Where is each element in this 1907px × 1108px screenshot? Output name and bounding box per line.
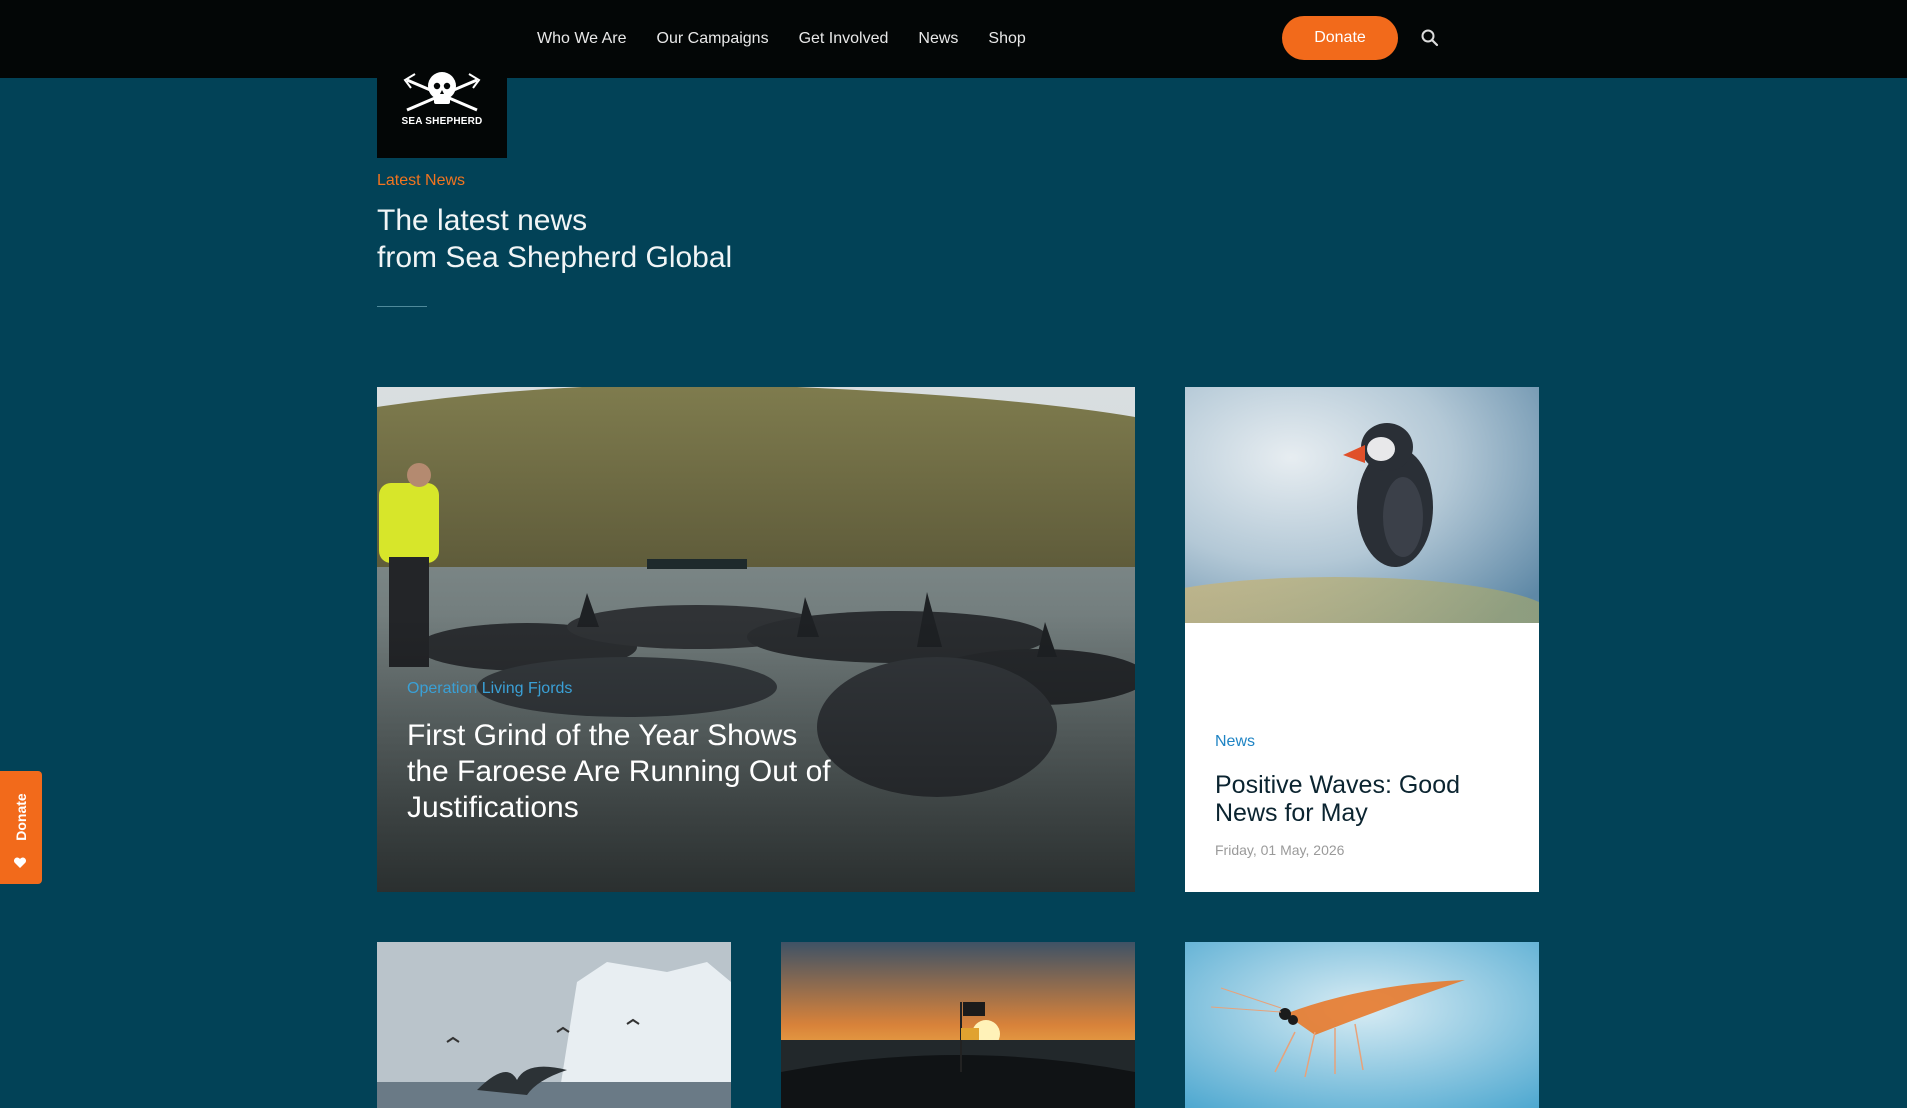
donate-button[interactable]: Donate	[1282, 16, 1398, 60]
whale-tail-image	[377, 942, 731, 1108]
ship-sunset-image	[781, 942, 1135, 1108]
news-card-date: Friday, 01 May, 2026	[1215, 842, 1345, 858]
page-title: The latest news from Sea Shepherd Global	[377, 202, 897, 276]
logo-text: SEA SHEPHERD	[401, 116, 483, 127]
news-card-krill[interactable]	[1185, 942, 1539, 1108]
news-card-title[interactable]: Positive Waves: Good News for May	[1215, 771, 1515, 827]
featured-article-title[interactable]: First Grind of the Year Shows the Faroes…	[407, 718, 847, 826]
nav-get-involved[interactable]: Get Involved	[799, 30, 889, 48]
featured-article-card[interactable]: Operation Living Fjords First Grind of t…	[377, 387, 1135, 892]
title-divider	[377, 306, 427, 307]
sea-shepherd-logo[interactable]: SEA SHEPHERD	[377, 58, 507, 158]
news-card-positive-waves[interactable]: News Positive Waves: Good News for May F…	[1185, 387, 1539, 892]
paypal-heart-icon	[13, 857, 27, 868]
nav-shop[interactable]: Shop	[988, 30, 1025, 48]
nav-news[interactable]: News	[918, 30, 958, 48]
puffin-image	[1185, 387, 1539, 623]
news-card-whale-tail[interactable]	[377, 942, 731, 1108]
page-title-line-1: The latest news	[377, 204, 588, 237]
nav-our-campaigns[interactable]: Our Campaigns	[657, 30, 769, 48]
news-card-category[interactable]: News	[1215, 733, 1255, 751]
search-icon[interactable]	[1420, 28, 1440, 48]
main-nav: Who We Are Our Campaigns Get Involved Ne…	[537, 0, 1056, 78]
krill-image	[1185, 942, 1539, 1108]
news-card-ship-sunset[interactable]	[781, 942, 1135, 1108]
featured-article-category[interactable]: Operation Living Fjords	[407, 680, 572, 698]
floating-donate-tab[interactable]: Donate	[0, 771, 42, 884]
top-navigation-bar: Who We Are Our Campaigns Get Involved Ne…	[0, 0, 1907, 78]
page-title-line-2: from Sea Shepherd Global	[377, 241, 733, 274]
section-eyebrow: Latest News	[377, 172, 466, 189]
floating-donate-label: Donate	[13, 793, 29, 841]
nav-who-we-are[interactable]: Who We Are	[537, 30, 627, 48]
jolly-roger-icon	[403, 72, 481, 112]
